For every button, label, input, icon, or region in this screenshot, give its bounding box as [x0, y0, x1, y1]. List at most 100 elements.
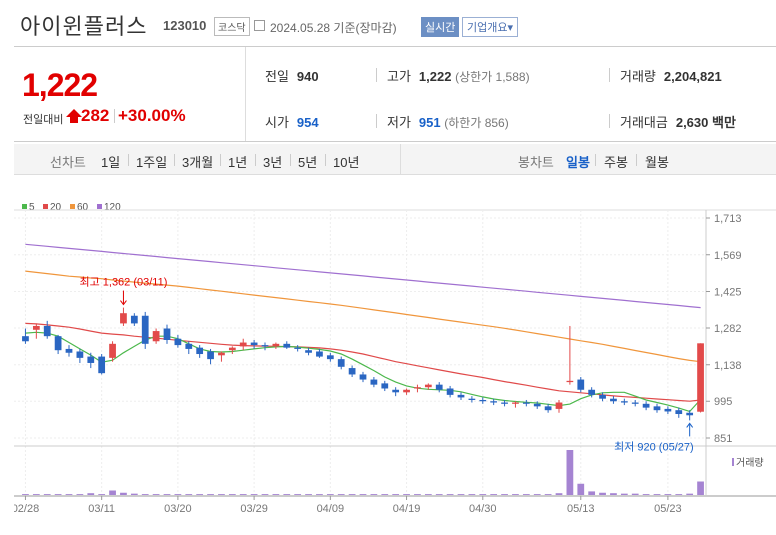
x-tick-label: 03/20 — [164, 503, 192, 515]
volume-bar — [337, 494, 345, 495]
volume-bar — [218, 494, 225, 495]
divider — [290, 154, 291, 166]
x-tick-label: 04/19 — [393, 503, 421, 515]
volume-bar — [196, 494, 204, 495]
high-value: 1,222 — [418, 69, 452, 84]
volume-bar — [65, 494, 73, 495]
divider — [174, 154, 175, 166]
candle-monthly[interactable]: 월봉 — [645, 152, 669, 171]
divider — [220, 154, 221, 166]
candle-body — [359, 374, 367, 380]
volume-summary: 거래량 2,204,821 — [620, 66, 722, 85]
volume-bar — [261, 494, 269, 495]
period-1w[interactable]: 1주일 — [136, 152, 167, 171]
company-name: 아이윈플러스 — [20, 14, 148, 39]
volume-bar — [555, 493, 563, 495]
candle-body — [653, 406, 661, 411]
candle-body — [381, 383, 389, 389]
volume-value: 2,204,821 — [663, 69, 722, 84]
candle-body — [631, 402, 639, 404]
candle-body — [544, 406, 552, 411]
legend-label: 5 — [29, 202, 35, 213]
candle-body — [577, 379, 585, 390]
volume-bar — [22, 494, 29, 495]
volume-bar — [457, 494, 465, 495]
volume-bar — [348, 494, 356, 495]
volume-bar — [54, 494, 62, 495]
volume-bar — [174, 494, 182, 495]
candle-body — [599, 394, 606, 399]
volume-bar — [424, 494, 432, 495]
legend-swatch — [70, 204, 75, 209]
amount-unit: 백만 — [712, 115, 736, 130]
price-summary: 1,222 전일대비 282 +30.00% 전일 940 고가 1,222 (상한… — [14, 46, 776, 142]
candle-body — [392, 389, 400, 393]
date-basis: 기준(장마감) — [333, 21, 397, 35]
open-price: 시가 954 — [265, 112, 319, 131]
divider — [609, 68, 610, 82]
candle-body — [468, 398, 476, 400]
volume-bar — [642, 494, 650, 495]
candle-chart-label: 봉차트 — [518, 155, 554, 170]
volume-bars: 거래량 — [22, 450, 764, 495]
volume-bar — [446, 494, 454, 495]
candle-body — [403, 389, 410, 393]
candle-body — [675, 410, 683, 415]
candle-weekly[interactable]: 주봉 — [604, 152, 628, 171]
divider — [609, 114, 610, 128]
volume-bar — [479, 494, 487, 495]
low-value: 951 — [418, 115, 441, 130]
candle-body — [185, 343, 193, 349]
realtime-button[interactable]: 실시간 — [421, 17, 460, 37]
candle-body — [32, 325, 40, 330]
candle-body — [424, 384, 432, 388]
legend-label: 20 — [50, 202, 62, 213]
candle-body — [109, 343, 116, 358]
x-tick-label: 03/29 — [240, 503, 268, 515]
volume-bar — [577, 483, 585, 495]
volume-bar — [686, 493, 694, 495]
candle-body — [272, 343, 280, 347]
period-3m[interactable]: 3개월 — [182, 152, 213, 171]
volume-bar — [620, 493, 628, 495]
candle-body — [326, 355, 334, 360]
period-1y[interactable]: 1년 — [228, 152, 247, 171]
period-3y[interactable]: 3년 — [263, 152, 282, 171]
volume-label: 거래량 — [620, 69, 656, 84]
period-1d[interactable]: 1일 — [101, 152, 120, 171]
volume-bar — [566, 450, 574, 495]
volume-bar — [76, 494, 84, 495]
lower-limit: (하한가 856) — [444, 116, 509, 130]
candle-body — [54, 336, 62, 351]
market-badge: 코스닥 — [214, 17, 250, 36]
volume-bar — [305, 494, 312, 495]
open-label: 시가 — [265, 115, 289, 130]
legend-swatch — [43, 204, 48, 209]
candle-daily[interactable]: 일봉 — [566, 152, 590, 171]
volume-bar — [392, 494, 400, 495]
prev-close-label: 전일 — [265, 69, 289, 84]
period-5y[interactable]: 5년 — [298, 152, 317, 171]
y-tick-label: 1,138 — [714, 360, 742, 372]
volume-bar — [326, 494, 334, 495]
volume-bar — [653, 494, 661, 495]
corp-info-button[interactable]: 기업개요▾ — [462, 17, 519, 37]
volume-bar — [130, 493, 138, 495]
period-10y[interactable]: 10년 — [333, 152, 359, 171]
y-tick-label: 1,569 — [714, 250, 742, 262]
candle-body — [348, 368, 356, 375]
volume-bar — [533, 494, 541, 495]
volume-bar — [675, 494, 683, 495]
candle-body — [261, 345, 269, 347]
volume-bar — [588, 491, 596, 495]
high-annotation: 최고 1,362 (03/11) — [79, 276, 167, 289]
volume-bar — [610, 493, 617, 495]
candle-body — [533, 403, 541, 407]
volume-bar — [98, 494, 106, 495]
up-arrow-stem — [70, 117, 78, 123]
date-value: 2024.05.28 — [270, 21, 331, 35]
candle-body — [664, 408, 672, 412]
candle-body — [588, 389, 596, 395]
corp-info-label: 기업개요 — [467, 22, 508, 34]
legend-label: 120 — [104, 202, 121, 213]
